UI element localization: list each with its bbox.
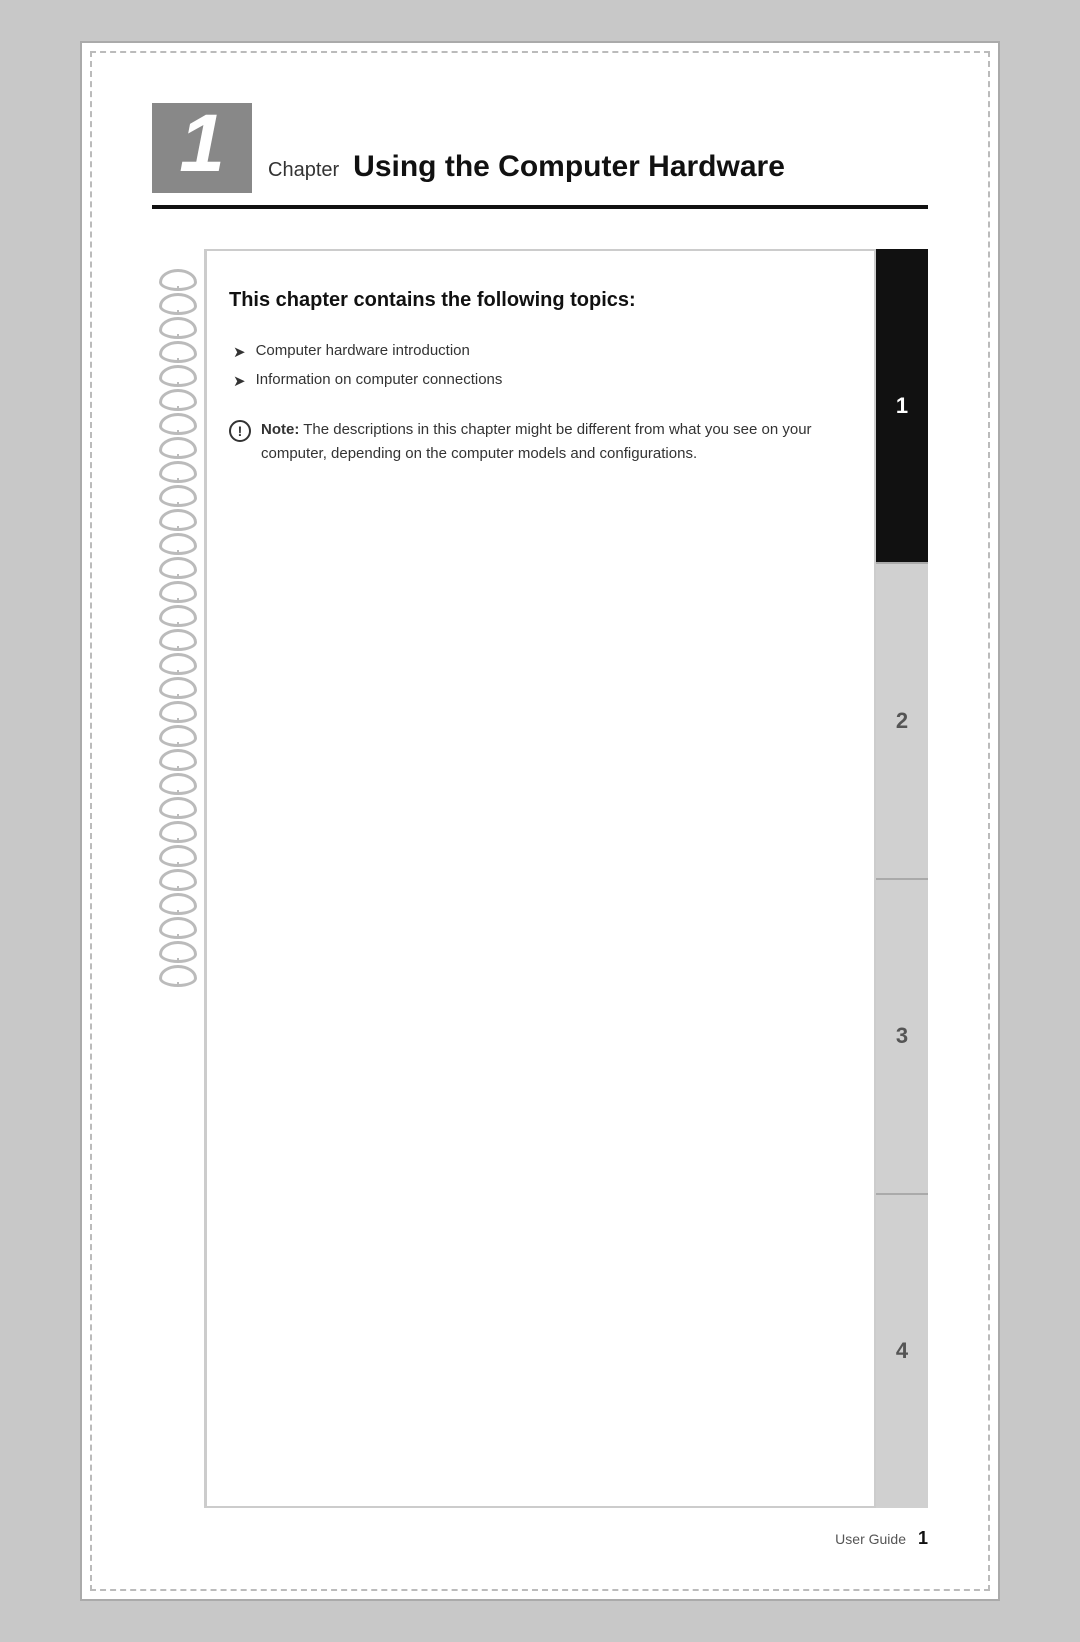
spiral-coil bbox=[159, 869, 197, 891]
spiral-coil bbox=[159, 893, 197, 915]
spiral-coil bbox=[159, 509, 197, 531]
spiral-coil bbox=[159, 341, 197, 363]
spiral-coil bbox=[159, 293, 197, 315]
arrow-icon: ➤ bbox=[233, 343, 246, 361]
chapter-number-block: 1 bbox=[152, 103, 252, 193]
notebook-container: This chapter contains the following topi… bbox=[152, 249, 928, 1508]
tab-label: 4 bbox=[896, 1338, 908, 1364]
topics-heading: This chapter contains the following topi… bbox=[229, 286, 844, 314]
spiral-coil bbox=[159, 485, 197, 507]
spiral-coil bbox=[159, 725, 197, 747]
spiral-coil bbox=[159, 797, 197, 819]
spiral-coil bbox=[159, 557, 197, 579]
spiral-coil bbox=[159, 941, 197, 963]
tab-chapter-4[interactable]: 4 bbox=[876, 1195, 928, 1508]
spiral-coil bbox=[159, 629, 197, 651]
spiral-binding bbox=[152, 249, 204, 1508]
tab-chapter-1[interactable]: 1 bbox=[876, 249, 928, 564]
note-block: ! Note: The descriptions in this chapter… bbox=[229, 418, 844, 466]
spiral-coil bbox=[159, 413, 197, 435]
arrow-icon: ➤ bbox=[233, 372, 246, 390]
spiral-coil bbox=[159, 605, 197, 627]
spiral-coil bbox=[159, 677, 197, 699]
spiral-coil bbox=[159, 533, 197, 555]
topic-text: Computer hardware introduction bbox=[256, 342, 470, 359]
note-icon: ! bbox=[229, 420, 251, 442]
tab-chapter-2[interactable]: 2 bbox=[876, 564, 928, 879]
spiral-coil bbox=[159, 461, 197, 483]
chapter-label: Chapter bbox=[268, 159, 339, 182]
spiral-coil bbox=[159, 581, 197, 603]
spiral-coil bbox=[159, 317, 197, 339]
spiral-coil bbox=[159, 845, 197, 867]
tab-label: 1 bbox=[896, 393, 908, 419]
tab-label: 2 bbox=[896, 708, 908, 734]
spiral-coil bbox=[159, 365, 197, 387]
chapter-number: 1 bbox=[179, 103, 225, 185]
spiral-coil bbox=[159, 437, 197, 459]
spiral-coil bbox=[159, 821, 197, 843]
spiral-coil bbox=[159, 701, 197, 723]
note-label: Note: bbox=[261, 421, 299, 438]
chapter-tabs: 1 2 3 4 bbox=[876, 249, 928, 1508]
list-item: ➤ Information on computer connections bbox=[233, 371, 844, 390]
spiral-coil bbox=[159, 269, 197, 291]
footer-page-number: 1 bbox=[918, 1528, 928, 1549]
page-document: 1 Chapter Using the Computer Hardware bbox=[80, 41, 1000, 1601]
chapter-header: 1 Chapter Using the Computer Hardware bbox=[152, 103, 928, 193]
spiral-coil bbox=[159, 773, 197, 795]
spiral-coil bbox=[159, 749, 197, 771]
spiral-coil bbox=[159, 389, 197, 411]
list-item: ➤ Computer hardware introduction bbox=[233, 342, 844, 361]
topic-text: Information on computer connections bbox=[256, 371, 503, 388]
chapter-title: Using the Computer Hardware bbox=[353, 149, 785, 185]
notebook-page: This chapter contains the following topi… bbox=[204, 249, 876, 1508]
spiral-coil bbox=[159, 917, 197, 939]
notebook-content: This chapter contains the following topi… bbox=[229, 286, 844, 1471]
spiral-coil bbox=[159, 965, 197, 987]
note-text: Note: The descriptions in this chapter m… bbox=[261, 418, 844, 466]
note-body: The descriptions in this chapter might b… bbox=[261, 421, 812, 462]
footer: User Guide 1 bbox=[152, 1508, 928, 1549]
tab-chapter-3[interactable]: 3 bbox=[876, 880, 928, 1195]
tab-label: 3 bbox=[896, 1023, 908, 1049]
topic-list: ➤ Computer hardware introduction ➤ Infor… bbox=[229, 342, 844, 390]
chapter-label-title: Chapter Using the Computer Hardware bbox=[268, 149, 928, 193]
chapter-divider bbox=[152, 205, 928, 209]
spiral-coil bbox=[159, 653, 197, 675]
footer-guide-label: User Guide bbox=[835, 1531, 906, 1547]
